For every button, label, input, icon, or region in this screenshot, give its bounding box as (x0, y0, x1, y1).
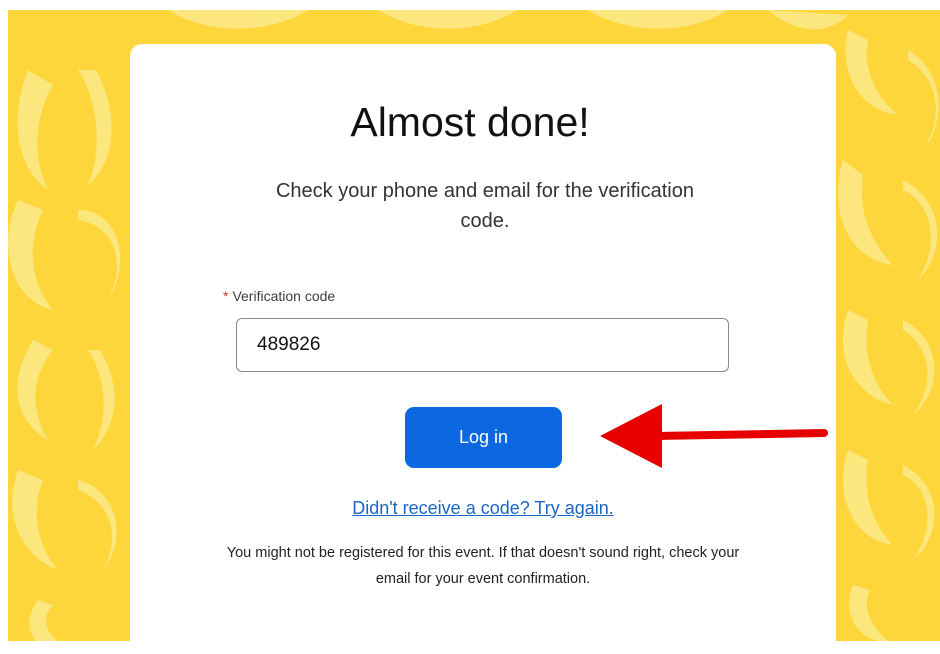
red-arrow-icon (600, 404, 828, 468)
verification-code-label-text: Verification code (232, 288, 336, 304)
verification-code-input[interactable] (236, 318, 729, 372)
verification-code-label: * Verification code (223, 288, 335, 304)
required-marker: * (223, 288, 229, 304)
instructions-text: Check your phone and email for the verif… (275, 180, 694, 232)
resend-code-link[interactable]: Didn't receive a code? Try again. (0, 498, 940, 519)
login-button[interactable]: Log in (405, 407, 562, 468)
registration-note: You might not be registered for this eve… (226, 545, 740, 587)
page-title: Almost done! (350, 99, 590, 145)
